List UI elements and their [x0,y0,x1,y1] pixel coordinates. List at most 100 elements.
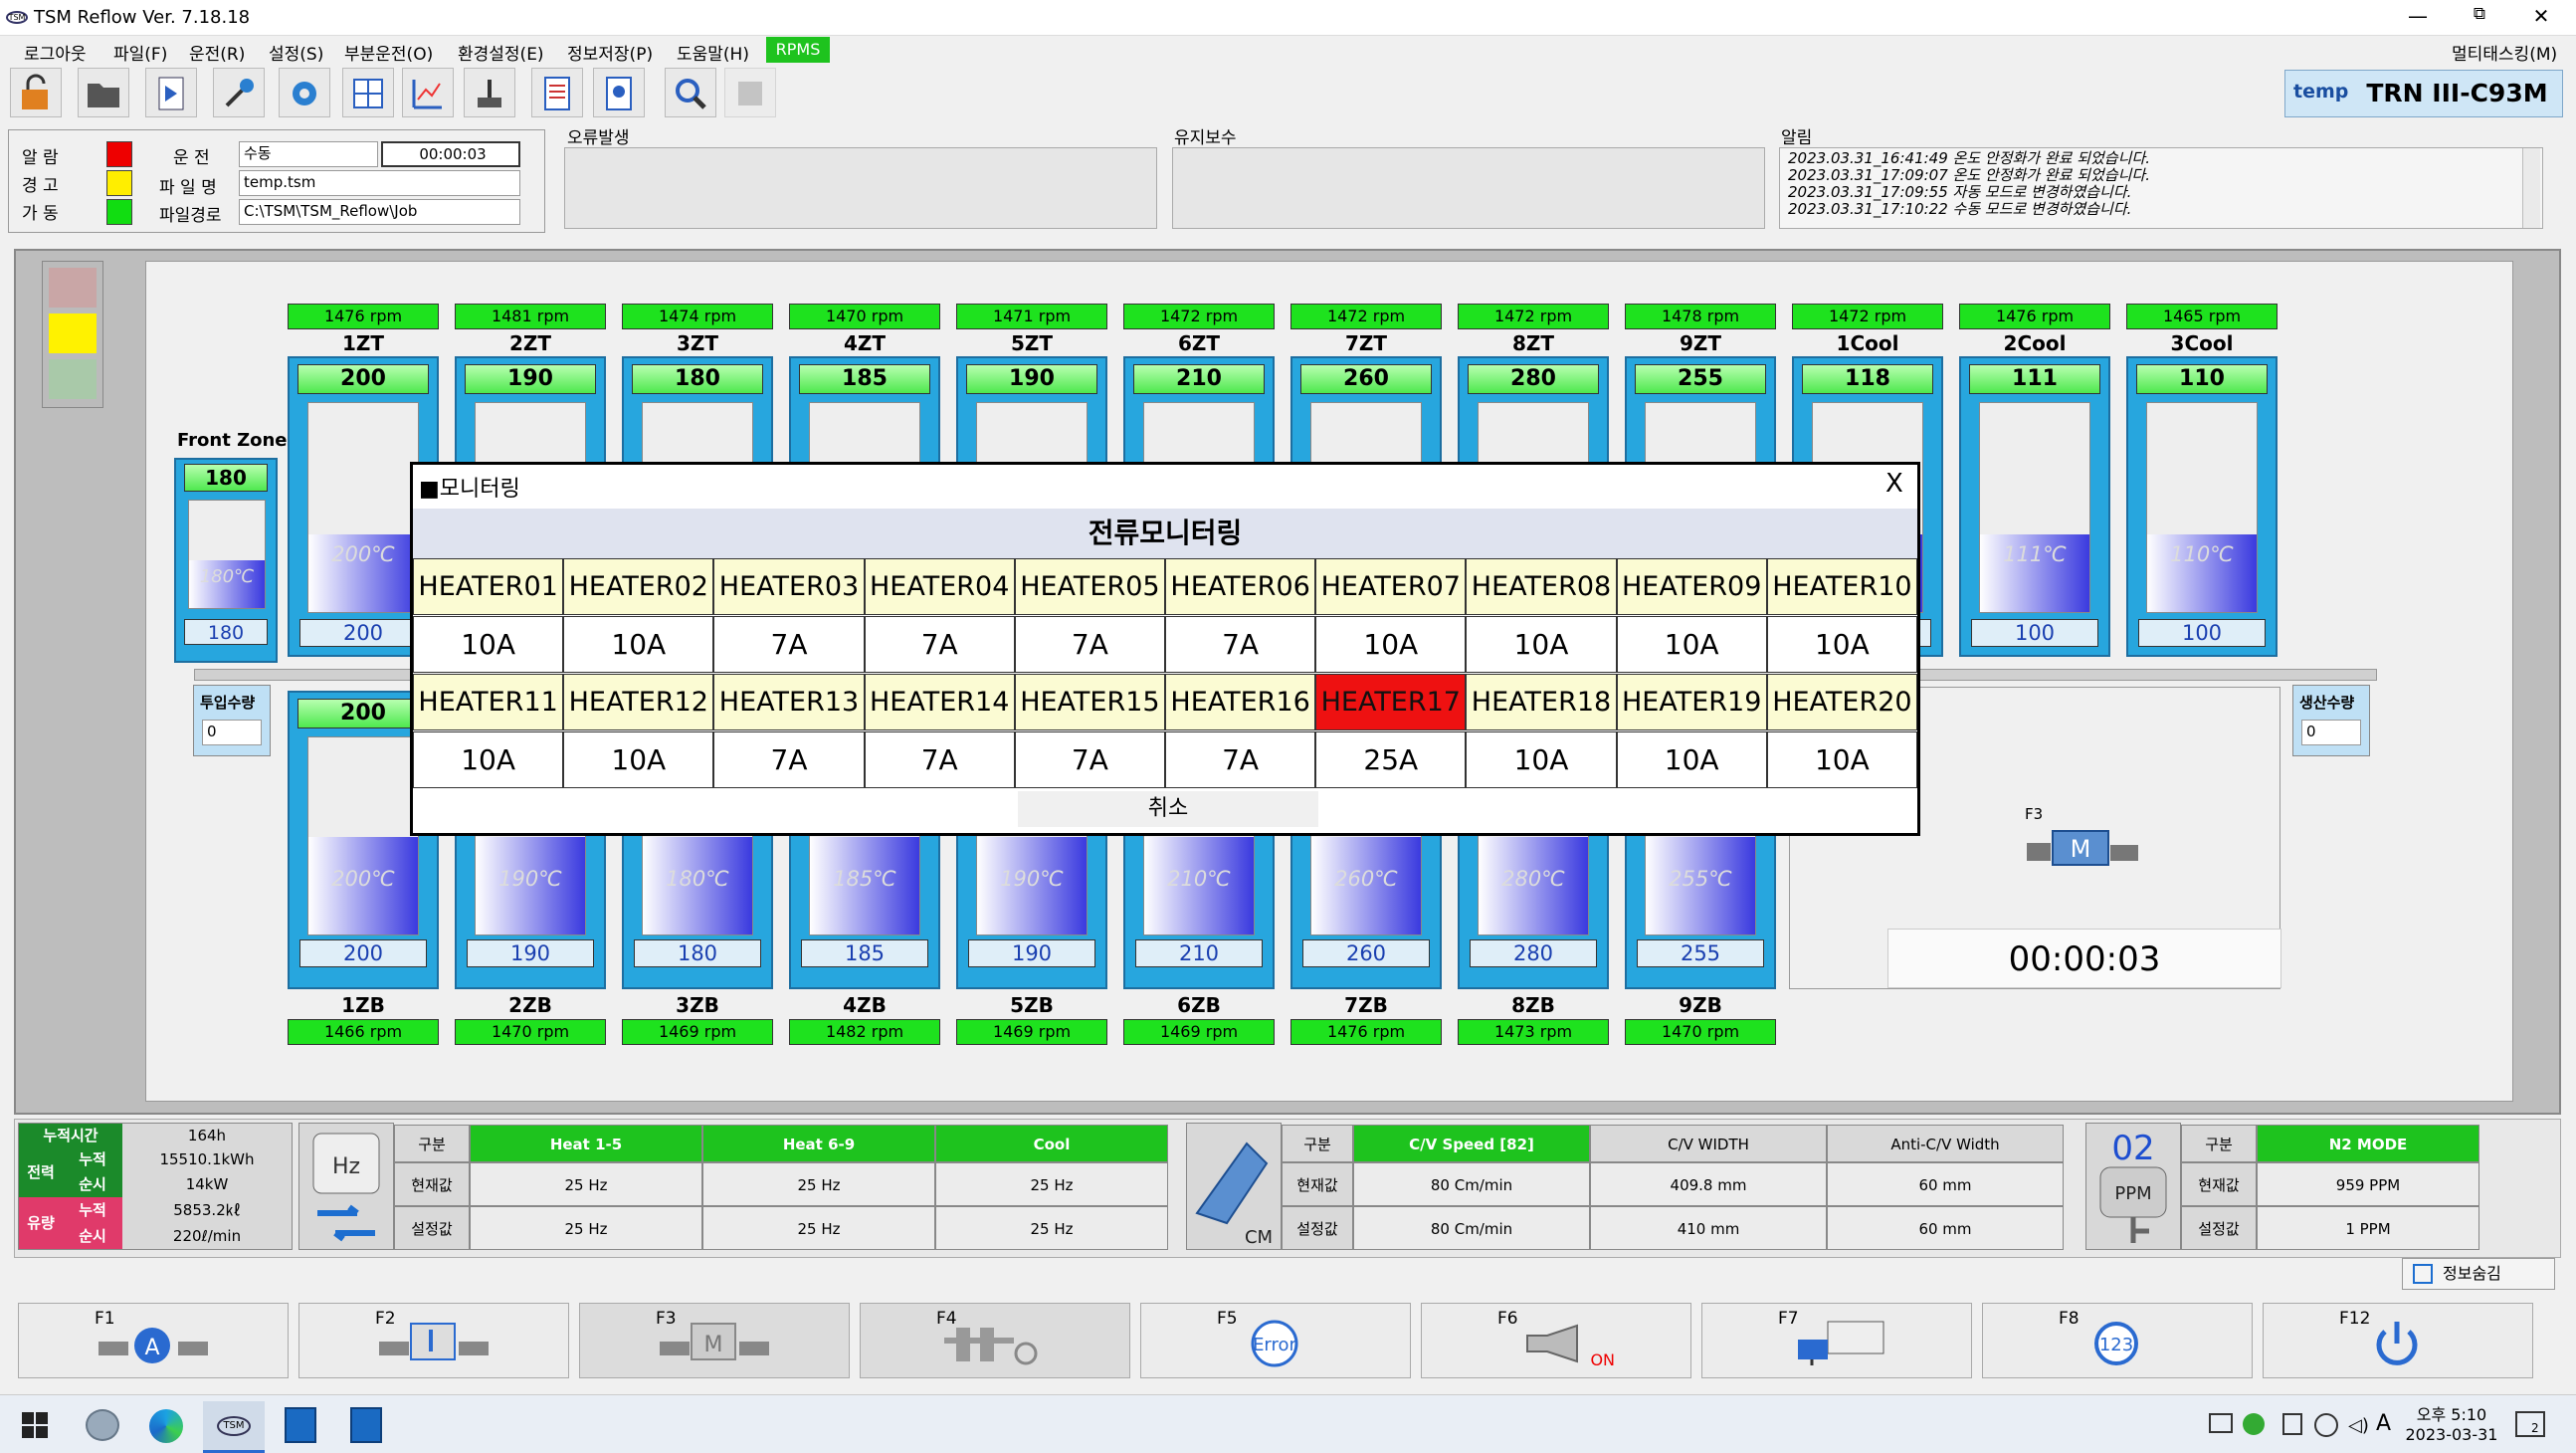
heater-name-cell: HEATER03 [713,558,865,615]
heater-name-cell: HEATER13 [713,674,865,730]
run-file-icon[interactable] [145,68,197,117]
counter-key[interactable]: F8 123 [1982,1303,2253,1378]
zone-current-value: 280 [1470,939,1597,967]
app-brain-icon[interactable] [86,1409,119,1441]
menu-save-info[interactable]: 정보저장(P) [567,40,653,65]
buzzer-key[interactable]: F6 ON [1421,1303,1691,1378]
app-logo-icon: TSM [6,11,28,24]
manual-key[interactable]: F2 [298,1303,569,1378]
taskbar-tsm-app[interactable]: TSM [203,1401,265,1453]
menu-multitasking[interactable]: 멀티태스킹(M) [2452,40,2557,65]
zone-fan-rpm: 1465 rpm [2126,304,2278,329]
zone-fan-rpm: 1469 rpm [956,1019,1107,1045]
table-row-label: 설정값 [1282,1206,1353,1250]
zone-fan-rpm: 1469 rpm [622,1019,773,1045]
document-settings-icon[interactable] [593,68,645,117]
heater-zone-top[interactable]: 111 111℃ 100 [1959,356,2110,657]
zone-current-value: 210 [1135,939,1263,967]
power-key[interactable]: F12 [2263,1303,2533,1378]
display-key[interactable]: F7 [1701,1303,1972,1378]
menu-help[interactable]: 도움말(H) [677,40,749,65]
close-button[interactable]: ✕ [2521,4,2561,30]
ime-indicator[interactable]: A [2376,1411,2391,1436]
warning-label: 경 고 [22,176,59,196]
input-count-label: 투입수량 [200,694,256,712]
cancel-button[interactable]: 취소 [1018,791,1318,827]
manual-mode-key[interactable]: F3 M [579,1303,850,1378]
tray-icon[interactable] [2282,1413,2302,1435]
error-log-box[interactable] [564,147,1157,229]
grid-settings-icon[interactable] [342,68,394,117]
notification-icon[interactable]: 2 [2515,1411,2545,1437]
zone-temp-reading: 190℃ [1000,867,1064,891]
heater-zone-top[interactable]: 110 110℃ 100 [2126,356,2278,657]
clock-time[interactable]: 오후 5:10 [2408,1401,2495,1425]
menu-settings[interactable]: 설정(S) [269,40,323,65]
report-icon[interactable] [531,68,583,117]
search-icon[interactable] [665,68,716,117]
menu-environment[interactable]: 환경설정(E) [458,40,544,65]
zone-name: 4ZT [843,331,887,355]
power-acc-label: 누적 [63,1147,122,1172]
notice-scrollbar[interactable] [2522,148,2540,228]
open-folder-icon[interactable] [78,68,129,117]
heater-name-cell: HEATER16 [1165,674,1316,730]
front-zone-value: 180 [184,619,268,645]
conveyor-speed-icon: CM [1186,1123,1282,1250]
menu-file[interactable]: 파일(F) [113,40,167,65]
tsm-app-icon: TSM [217,1416,251,1436]
logout-tool-icon[interactable] [10,68,62,117]
zone-setpoint: 118 [1802,364,1933,394]
edge-browser-icon[interactable] [149,1409,183,1443]
tray-icon[interactable] [2209,1413,2233,1433]
svg-text:A: A [144,1336,159,1360]
minimize-button[interactable]: — [2398,4,2438,30]
info-hide-button[interactable]: 정보숨김 [2402,1258,2555,1290]
maintenance-log-box[interactable] [1172,147,1765,229]
front-zone-label: Front Zone [177,430,288,451]
network-icon[interactable] [2314,1413,2338,1437]
zone-setpoint: 200 [297,364,429,394]
table-header-cell: Heat 1-5 [470,1125,702,1162]
tray-icon[interactable] [2243,1413,2265,1435]
zone-fan-rpm: 1469 rpm [1123,1019,1275,1045]
filepath-field: C:\TSM\TSM_Reflow\Job [239,199,520,225]
zone-name: 4ZB [843,993,887,1017]
maintenance-key[interactable]: F4 [860,1303,1130,1378]
table-cell: 25 Hz [702,1206,935,1250]
menu-partial-run[interactable]: 부분운전(O) [344,40,433,65]
conveyor-timer: 00:00:03 [1887,929,2281,988]
chart-tool-icon[interactable] [402,68,454,117]
notice-line: 2023.03.31_17:09:55 자동 모드로 변경하였습니다. [1788,183,2132,201]
table-header-cell: 구분 [2181,1125,2257,1162]
menu-logout[interactable]: 로그아웃 [24,40,87,65]
heater-current-cell: 7A [864,731,1015,788]
app-window-icon[interactable] [285,1407,316,1443]
restore-button[interactable]: ⧉ [2460,4,2499,30]
zone-temp-reading: 255℃ [1669,867,1732,891]
notice-log-box[interactable]: 2023.03.31_16:41:49 온도 안정화가 완료 되었습니다. 20… [1779,147,2543,229]
heater-current-cell: 7A [1014,616,1165,673]
tools-icon[interactable] [213,68,265,117]
heater-name-cell: HEATER07 [1315,558,1467,615]
auto-mode-key[interactable]: F1 A [18,1303,289,1378]
app-window-icon[interactable] [350,1407,382,1443]
menu-run[interactable]: 운전(R) [189,40,245,65]
windows-start-icon[interactable] [22,1412,48,1438]
heater-current-cell: 25A [1315,731,1467,788]
zone-setpoint: 255 [1635,364,1766,394]
zone-name: 9ZT [1679,331,1722,355]
gear-icon[interactable] [279,68,330,117]
running-lamp [106,199,132,225]
notification-badge: 2 [2531,1421,2539,1435]
zone-name: 2ZB [508,993,552,1017]
heater-current-cell: 10A [1616,731,1767,788]
volume-icon[interactable]: ◁) [2348,1415,2372,1436]
error-key[interactable]: F5 Error [1140,1303,1411,1378]
rpms-button[interactable]: RPMS [766,37,830,63]
clock-date[interactable]: 2023-03-31 [2402,1425,2501,1444]
filepath-label: 파일경로 [159,206,222,226]
table-cell: 25 Hz [935,1206,1168,1250]
brush-tool-icon[interactable] [464,68,515,117]
dialog-close-button[interactable]: X [1885,469,1903,499]
